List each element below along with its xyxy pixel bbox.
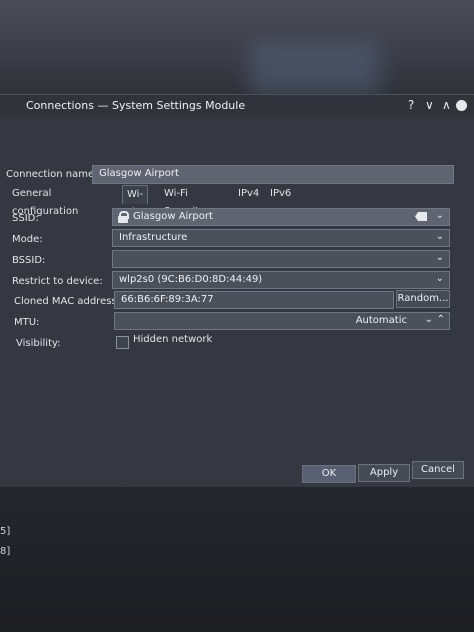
ssid-label: SSID: [12,213,39,224]
close-icon[interactable] [456,100,467,111]
tab-wifi[interactable]: Wi-Fi [122,185,149,218]
cloned-mac-label: Cloned MAC address: [14,296,121,307]
connection-name-label: Connection name: [6,169,98,180]
help-icon[interactable]: ? [408,98,414,112]
bssid-label: BSSID: [12,255,46,266]
restrict-device-combobox[interactable]: wlp2s0 (9C:B6:D0:8D:44:49) ⌄ [112,271,450,289]
minimize-icon[interactable]: ∨ [425,98,434,112]
background-top [0,0,474,95]
cancel-button[interactable]: Cancel [412,461,464,479]
mode-select[interactable]: Infrastructure ⌄ [112,229,450,247]
cloned-mac-input[interactable]: 66:B6:6F:89:3A:77 [114,291,394,309]
tab-general-configuration[interactable]: General configuration [12,185,78,217]
mtu-spinbox[interactable]: Automatic ⌄ ⌃ [114,312,450,330]
spin-up-icon[interactable]: ⌃ [437,314,445,325]
left-fragment-2: 8] [0,546,11,557]
background-bottom [0,480,474,632]
chevron-down-icon: ⌄ [435,231,444,242]
mtu-label: MTU: [14,317,40,328]
title-bar: Connections — System Settings Module ? ∨… [0,95,474,117]
connection-dialog: Connections — System Settings Module ? ∨… [0,94,474,487]
bssid-combobox[interactable]: ⌄ [112,250,450,268]
restrict-device-value: wlp2s0 (9C:B6:D0:8D:44:49) [119,274,263,285]
random-button[interactable]: Random... [396,290,450,308]
chevron-down-icon[interactable]: ⌄ [436,252,444,263]
tab-wifi-security[interactable]: Wi-Fi Security [164,185,205,217]
lock-icon [118,211,129,223]
window-title: Connections — System Settings Module [26,99,246,112]
connection-name-input[interactable]: Glasgow Airport [92,165,454,184]
ssid-combobox[interactable]: Glasgow Airport ⌄ [112,208,450,226]
tab-ipv4[interactable]: IPv4 [238,185,259,203]
tab-ipv6[interactable]: IPv6 [270,185,291,203]
mtu-value: Automatic [355,315,407,326]
mode-value: Infrastructure [119,232,188,243]
apply-button[interactable]: Apply [358,464,410,482]
chevron-down-icon[interactable]: ⌄ [436,273,444,284]
hidden-network-label: Hidden network [133,334,213,345]
chevron-down-icon[interactable]: ⌄ [436,210,444,221]
restrict-device-label: Restrict to device: [12,276,103,287]
spin-down-icon[interactable]: ⌄ [425,314,433,325]
maximize-icon[interactable]: ∧ [442,98,451,112]
hidden-network-checkbox[interactable] [116,336,129,349]
mode-label: Mode: [12,234,43,245]
background-glow [250,40,380,95]
ok-button[interactable]: OK [302,465,356,483]
ssid-value: Glasgow Airport [133,211,213,222]
visibility-label: Visibility: [16,338,61,349]
left-fragment-1: 5] [0,526,11,537]
clear-text-icon[interactable] [415,212,427,221]
